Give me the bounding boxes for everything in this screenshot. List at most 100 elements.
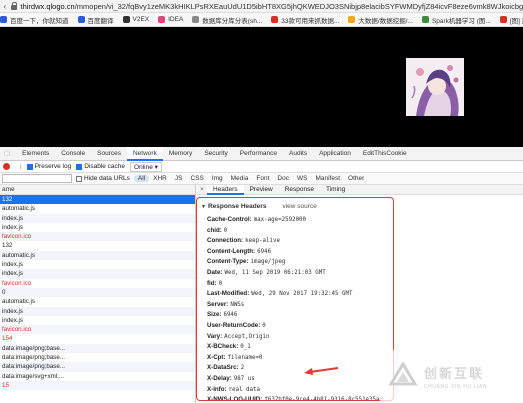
bookmark-item[interactable]: IDEA (158, 16, 183, 23)
bookmark-favicon-icon (158, 16, 166, 23)
devtools-tab-audits[interactable]: Audits (283, 147, 313, 161)
request-row[interactable]: index.js (0, 223, 195, 232)
header-value: Accept,Origin (224, 333, 270, 340)
bookmark-favicon-icon (192, 16, 200, 23)
request-row[interactable]: index.js (0, 306, 195, 316)
bookmark-item[interactable]: Spark机器学习 (图... (421, 15, 491, 25)
lock-icon[interactable] (10, 2, 18, 10)
request-row[interactable]: favicon.ico (0, 232, 195, 242)
details-tab-timing[interactable]: Timing (320, 185, 351, 195)
type-filter-all[interactable]: All (133, 175, 150, 182)
preserve-log-checkbox[interactable] (26, 163, 33, 170)
header-key: chid: (207, 226, 222, 234)
inspect-icon[interactable]: ⬚ (0, 147, 16, 161)
name-column-header[interactable]: ame (0, 185, 195, 195)
filter-input[interactable] (2, 174, 72, 183)
record-icon[interactable] (3, 163, 10, 170)
type-filter-font[interactable]: Font (252, 175, 273, 182)
address-bar[interactable]: ‹ thirdwx.qlogo.cn/mmopen/vi_32/fqBvy1ze… (0, 0, 523, 13)
header-row: Vary: Accept,Origin (207, 332, 523, 343)
network-toolbar: | Preserve log Disable cache Online ▾ (0, 161, 523, 173)
details-tab-response[interactable]: Response (279, 185, 320, 195)
disable-cache-checkbox[interactable] (76, 163, 83, 170)
header-list: Cache-Control: max-age=2592000 chid: 0 Conne… (207, 215, 523, 403)
details-tab-headers[interactable]: Headers (207, 184, 244, 195)
hide-data-urls-label: Hide data URLs (84, 175, 130, 182)
request-row[interactable]: index.js (0, 260, 195, 269)
collapse-triangle-icon: ▼ (201, 204, 206, 210)
bookmark-item[interactable]: 百度一下，你就知道 (0, 15, 69, 25)
type-filter-xhr[interactable]: XHR (149, 175, 171, 182)
header-value: 6946 (223, 312, 238, 319)
bookmark-label: 33款可用来抓数据... (281, 17, 340, 25)
close-icon[interactable]: × (197, 186, 207, 193)
request-row[interactable]: automatic.js (0, 297, 195, 306)
hide-data-urls-checkbox[interactable] (76, 175, 82, 182)
devtools-tab-security[interactable]: Security (198, 147, 233, 161)
header-row: X-Cpt: filename=0 (207, 353, 523, 364)
header-value: max-age=2592000 (253, 217, 307, 223)
request-row[interactable]: 154 (0, 334, 195, 343)
header-row: X-NWS-LOG-UUID: f637bf0e-9ce4-4b81-9316-8… (207, 395, 523, 403)
url-text[interactable]: thirdwx.qlogo.cn/mmopen/vi_32/fqBvy1zeMK… (20, 2, 523, 11)
devtools-tab-editthiscookie[interactable]: EditThisCookie (357, 147, 413, 161)
details-tab-preview[interactable]: Preview (244, 185, 279, 195)
headers-view: ▼ Response Headers view source Cache-Contr… (197, 197, 523, 403)
avatar-image[interactable] (406, 58, 464, 116)
request-row[interactable]: data:image/png;base... (0, 353, 195, 362)
back-arrow-icon[interactable]: ‹ (0, 2, 10, 11)
header-row: X-DataSrc: 2 (207, 363, 523, 374)
section-title-text: Response Headers (207, 203, 267, 210)
bookmark-item[interactable]: V2EX (122, 16, 149, 23)
header-value: filename=0 (227, 354, 263, 361)
header-value: 987 us (233, 375, 255, 382)
devtools-tab-memory[interactable]: Memory (163, 147, 198, 161)
devtools-tab-network[interactable]: Network (126, 146, 163, 161)
bookmarks-bar: 百度一下，你就知道 百度翻译 V2EX IDEA 数据库分库分表(sh... 33款可用来… (0, 13, 523, 27)
response-headers-title[interactable]: ▼ Response Headers view source (201, 203, 317, 210)
request-row[interactable]: data:image/png;base... (0, 343, 195, 354)
request-row[interactable]: index.js (0, 269, 195, 279)
header-value: image/jpeg (250, 259, 286, 266)
request-row[interactable]: data:image/svg+xml;... (0, 372, 195, 381)
throttle-select[interactable]: Online ▾ (130, 161, 162, 172)
request-row[interactable]: 15 (0, 380, 195, 391)
type-filter-manifest[interactable]: Manifest (311, 175, 344, 182)
header-row: X-Delay: 987 us (207, 374, 523, 385)
bookmark-item[interactable]: 大数据/数据挖掘/... (348, 15, 413, 25)
bookmark-item[interactable]: 数据库分库分表(sh... (192, 15, 262, 25)
bookmark-favicon-icon (421, 16, 429, 23)
type-filter-doc[interactable]: Doc (273, 175, 293, 182)
request-row[interactable]: favicon.ico (0, 279, 195, 288)
request-row[interactable]: 132 (0, 195, 195, 205)
devtools-tab-application[interactable]: Application (313, 147, 357, 161)
type-filter-css[interactable]: CSS (186, 175, 207, 182)
url-path: /mmopen/vi_32/fqBvy1zeMK3kHIKLPsRXEauUdU… (74, 1, 523, 11)
request-row[interactable]: index.js (0, 316, 195, 325)
devtools-tab-console[interactable]: Console (55, 147, 91, 161)
request-row[interactable]: data:image/png;base... (0, 362, 195, 372)
request-row[interactable]: automatic.js (0, 204, 195, 213)
devtools-tab-performance[interactable]: Performance (234, 147, 283, 161)
type-filter-img[interactable]: Img (208, 175, 227, 182)
toolbar-divider: | (20, 163, 22, 170)
request-row[interactable]: 0 (0, 287, 195, 298)
header-key: Date: (207, 268, 223, 276)
request-list: ame 132 automatic.js index.js index.js favic… (0, 185, 196, 403)
bookmark-item[interactable]: 33款可用来抓数据... (271, 15, 339, 25)
header-row: Date: Wed, 11 Sep 2019 06:21:03 GMT (207, 268, 523, 279)
type-filter-media[interactable]: Media (227, 175, 253, 182)
devtools-tab-elements[interactable]: Elements (16, 147, 55, 161)
request-row[interactable]: favicon.ico (0, 325, 195, 335)
bookmark-item[interactable]: [图] 烈风*米格1 (499, 15, 523, 25)
type-filter-ws[interactable]: WS (293, 175, 311, 182)
request-row[interactable]: automatic.js (0, 250, 195, 261)
type-filter-js[interactable]: JS (171, 175, 187, 182)
request-row[interactable]: 132 (0, 241, 195, 250)
request-row[interactable]: index.js (0, 213, 195, 223)
devtools-tab-sources[interactable]: Sources (91, 147, 127, 161)
bookmark-label: [图] 烈风*米格1 (509, 17, 523, 25)
type-filter-other[interactable]: Other (344, 175, 368, 182)
bookmark-item[interactable]: 百度翻译 (77, 15, 114, 25)
view-source-link[interactable]: view source (282, 203, 316, 210)
